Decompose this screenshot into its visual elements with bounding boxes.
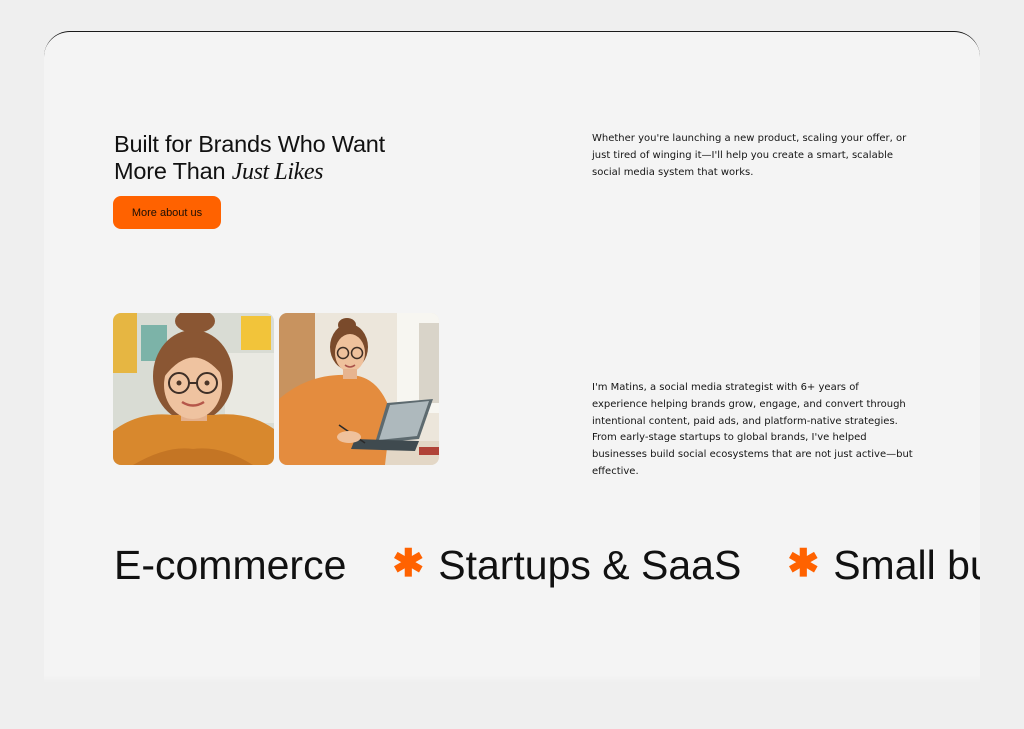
headline-line-2: More Than [114,158,226,184]
about-paragraph: I'm Matins, a social media strategist wi… [592,382,913,477]
working-on-tablet-photo [279,313,439,465]
marquee-item-small-business: Small bu [833,542,980,588]
asterisk-icon: ✱ [787,543,820,585]
portrait-photo [113,313,274,465]
more-about-us-button[interactable]: More about us [113,196,221,229]
asterisk-icon: ✱ [392,543,425,585]
marquee-item-ecommerce: E-commerce [114,542,347,588]
section-headline: Built for Brands Who Want More Than Just… [114,131,385,186]
headline-italic-accent: Just Likes [231,159,324,185]
intro-paragraph: Whether you're launching a new product, … [592,133,907,178]
headline-line-1: Built for Brands Who Want [114,131,386,157]
card-bottom-edge [44,675,980,683]
industries-marquee: E-commerce ✱ Startups & SaaS ✱ Small bu [114,542,980,589]
marquee-item-startups: Startups & SaaS [438,542,742,588]
about-section-card: Built for Brands Who Want More Than Just… [44,31,980,683]
